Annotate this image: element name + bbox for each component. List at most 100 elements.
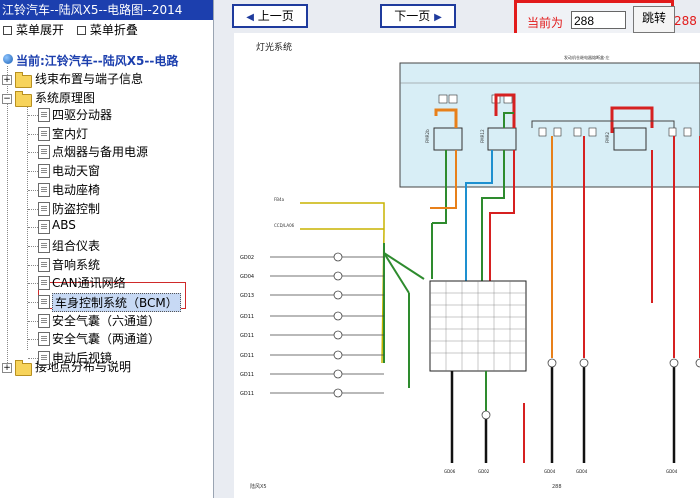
- expand-menu-button[interactable]: 菜单展开: [2, 20, 64, 40]
- current-page-label: 当前为: [527, 16, 564, 30]
- document-icon: [38, 182, 50, 197]
- svg-text:GD02: GD02: [240, 255, 254, 261]
- tree-item[interactable]: 防盗控制: [52, 200, 100, 217]
- tree-line: [28, 189, 38, 191]
- expand-menu-label: 菜单展开: [16, 23, 65, 37]
- tree-line: [28, 152, 38, 154]
- tree-item[interactable]: 电动天窗: [52, 162, 100, 179]
- tree-line: [28, 133, 38, 135]
- tree-line: [28, 339, 38, 341]
- jump-button[interactable]: 跳转: [633, 6, 675, 33]
- expand-toggle-icon[interactable]: +: [2, 363, 12, 373]
- prev-page-label: 上一页: [257, 9, 294, 23]
- tree-item[interactable]: 组合仪表: [52, 237, 100, 254]
- next-page-button[interactable]: 下一页 ▶: [380, 4, 456, 28]
- svg-text:GD11: GD11: [240, 391, 254, 397]
- svg-text:GD11: GD11: [240, 314, 254, 320]
- document-icon: [38, 257, 50, 272]
- tree-line: [28, 358, 38, 360]
- tree-line: [28, 264, 38, 266]
- svg-text:GD11: GD11: [240, 333, 254, 339]
- total-pages: 288: [674, 14, 697, 28]
- tree-item[interactable]: ABS: [52, 218, 76, 232]
- page-footer-number: 288: [552, 484, 562, 490]
- svg-text:GD11: GD11: [240, 372, 254, 378]
- folder-icon: [15, 72, 32, 88]
- navigation-panel: 江铃汽车--陆风X5--电路图--2014 菜单展开 菜单折叠 当前:江铃汽车-…: [0, 0, 214, 498]
- app-title: 江铃汽车--陆风X5--电路图--2014: [0, 0, 213, 20]
- svg-text:GD11: GD11: [240, 353, 254, 359]
- document-viewer: ◀ 上一页 下一页 ▶ 当前为 288 跳转 288 灯光系统 发动机仓继电器熔…: [214, 0, 700, 498]
- tree-line: [28, 245, 38, 247]
- tree-line: [28, 115, 38, 116]
- square-icon: [76, 25, 86, 35]
- prev-page-button[interactable]: ◀ 上一页: [232, 4, 308, 28]
- fuse-label: FMR2b: [425, 129, 430, 143]
- collapse-menu-label: 菜单折叠: [89, 23, 138, 37]
- document-icon: [38, 313, 50, 328]
- tree-item[interactable]: 音响系统: [52, 256, 100, 273]
- bottom-ground-labels: GD06 GD02 GD04 GD04 GD04: [444, 469, 678, 474]
- document-icon: [38, 201, 50, 216]
- document-icon: [38, 164, 50, 179]
- tree-item[interactable]: 四驱分动器: [52, 106, 112, 123]
- ground-labels: GD02 GD04 GD13 GD11 GD11 GD11 GD11 GD11: [240, 255, 254, 397]
- svg-text:GD06: GD06: [444, 469, 456, 474]
- tree-item[interactable]: 电动后视镜: [52, 349, 112, 366]
- side-label: CCD/LA06: [274, 223, 295, 228]
- globe-icon: [3, 54, 13, 64]
- tree-root[interactable]: 当前:江铃汽车--陆风X5--电路: [16, 52, 178, 69]
- tree-line: [28, 208, 38, 210]
- svg-text:GD04: GD04: [666, 469, 678, 474]
- document-icon: [38, 145, 50, 160]
- document-icon: [38, 295, 50, 309]
- collapse-menu-button[interactable]: 菜单折叠: [76, 20, 138, 40]
- fuse-box-banner: 发动机仓继电器熔断盒-左: [564, 54, 609, 60]
- tree-line: [28, 227, 38, 229]
- wiring-diagram: 灯光系统 发动机仓继电器熔断盒-左 FMR2b FMR12 FMR2 FB4a …: [240, 41, 700, 490]
- triangle-right-icon: ▶: [434, 12, 442, 23]
- tree-item[interactable]: 室内灯: [52, 125, 88, 142]
- document-icon: [38, 351, 50, 366]
- document-icon: [38, 332, 50, 347]
- tree-item[interactable]: 安全气囊（六通道）: [52, 312, 160, 329]
- side-label: FB4a: [274, 197, 285, 202]
- collapse-toggle-icon[interactable]: −: [2, 94, 12, 104]
- lamp-rows: [270, 252, 384, 398]
- wiring-diagram-page[interactable]: 灯光系统 发动机仓继电器熔断盒-左 FMR2b FMR12 FMR2 FB4a …: [234, 33, 700, 498]
- tree-line: [28, 320, 38, 322]
- fuse-label: FMR12: [480, 129, 485, 143]
- expand-toggle-icon[interactable]: +: [2, 75, 12, 85]
- folder-open-icon: [15, 91, 32, 107]
- tree-line: [28, 171, 38, 173]
- page-footer-left: 陆风X5: [250, 483, 267, 490]
- diagram-heading: 灯光系统: [256, 41, 292, 53]
- tree-item[interactable]: 点烟器与备用电源: [52, 143, 148, 160]
- svg-text:GD04: GD04: [544, 469, 556, 474]
- menu-toolbar: 菜单展开 菜单折叠: [0, 20, 213, 40]
- square-icon: [3, 25, 12, 35]
- svg-text:GD02: GD02: [478, 469, 490, 474]
- fuse-label: FMR2: [605, 131, 610, 143]
- page-number-input[interactable]: 288: [571, 11, 626, 29]
- tree-item[interactable]: 电动座椅: [52, 181, 100, 198]
- tree-folder-schematics[interactable]: 系统原理图: [35, 89, 95, 106]
- tree-line: [7, 66, 8, 369]
- tree-line: [28, 302, 38, 303]
- document-icon: [38, 276, 50, 291]
- document-icon: [38, 126, 50, 141]
- tree-folder-wiring[interactable]: 线束布置与端子信息: [35, 70, 143, 87]
- next-page-label: 下一页: [394, 9, 431, 23]
- tree-item[interactable]: CAN通讯网络: [52, 274, 126, 291]
- tree-item[interactable]: 车身控制系统（BCM）: [52, 293, 181, 312]
- tree-line: [28, 283, 38, 285]
- page-nav-bar: ◀ 上一页 下一页 ▶ 当前为 288 跳转 288: [214, 0, 700, 46]
- tree-item[interactable]: 安全气囊（两通道）: [52, 330, 160, 347]
- triangle-left-icon: ◀: [246, 12, 254, 23]
- document-icon: [38, 108, 50, 122]
- document-icon: [38, 220, 50, 235]
- svg-text:GD04: GD04: [576, 469, 588, 474]
- document-icon: [38, 238, 50, 253]
- svg-text:GD13: GD13: [240, 293, 254, 299]
- svg-text:GD04: GD04: [240, 274, 254, 280]
